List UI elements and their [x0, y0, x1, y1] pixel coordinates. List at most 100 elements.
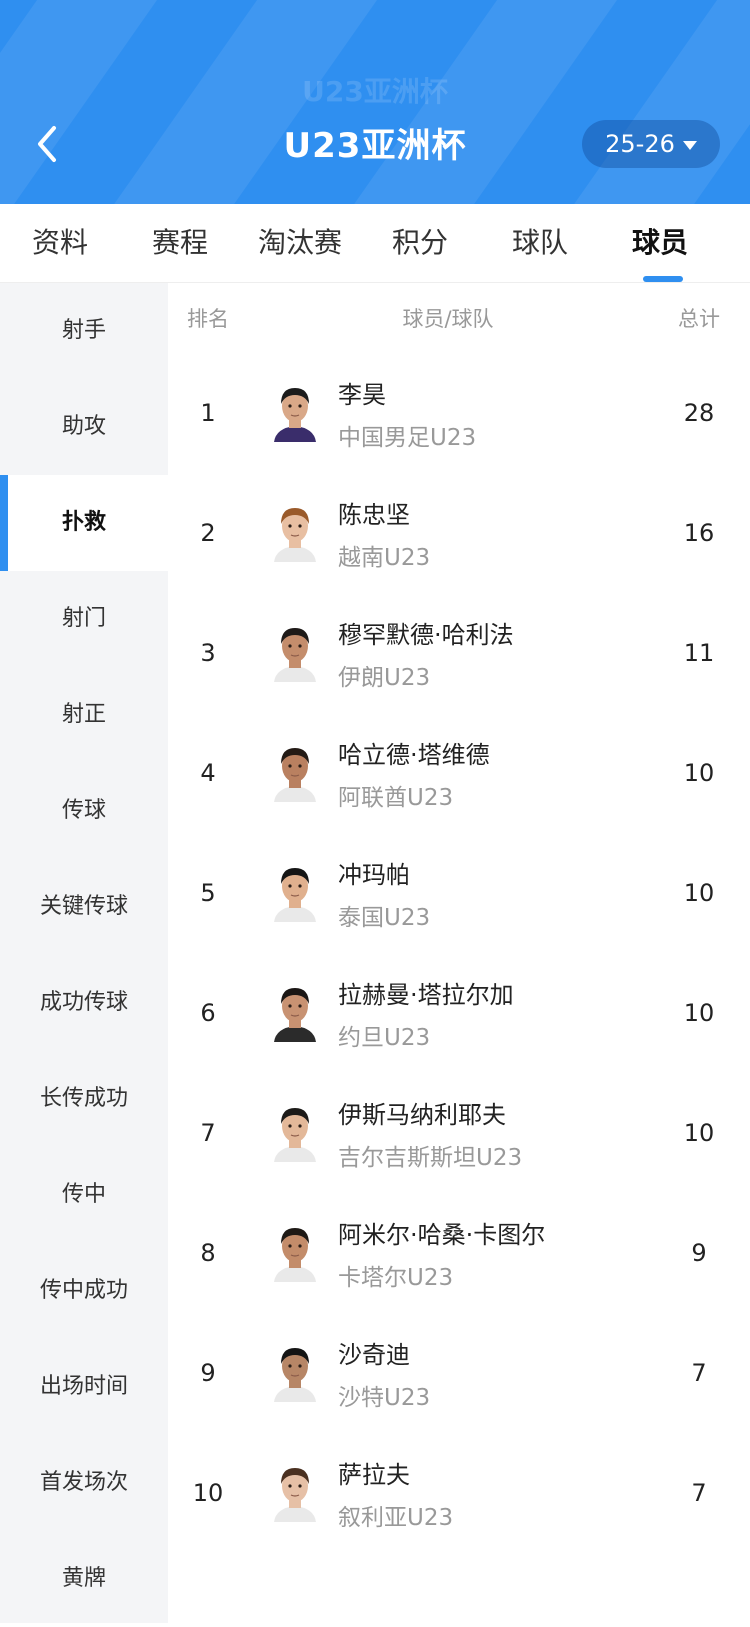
player-avatar: [272, 504, 318, 562]
player-name: 哈立德·塔维德: [338, 740, 490, 769]
header-watermark: U23亚洲杯: [302, 75, 448, 108]
table-row[interactable]: 5 冲玛帕泰国U23 10: [168, 833, 750, 953]
total-cell: 11: [683, 639, 715, 667]
header-bar: U23亚洲杯 U23亚洲杯 25-26: [0, 0, 750, 204]
side-menu-item-1[interactable]: 射手: [0, 283, 168, 379]
table-header: 排名 球员/球队 总计: [168, 283, 750, 353]
total-cell: 7: [691, 1479, 707, 1507]
column-header-rank: 排名: [187, 307, 229, 331]
side-menu-item-13[interactable]: 首发场次: [0, 1435, 168, 1531]
rank-cell: 5: [200, 879, 216, 907]
column-header-total: 总计: [678, 307, 720, 331]
player-team: 中国男足U23: [338, 424, 477, 451]
player-info: 萨拉夫叙利亚U23: [338, 1455, 648, 1532]
tab-bar: 资料 赛程 淘汰赛 积分 球队 球员: [0, 204, 750, 283]
season-label: 25-26: [605, 130, 675, 158]
player-team: 吉尔吉斯斯坦U23: [338, 1144, 523, 1171]
total-cell: 10: [683, 1119, 715, 1147]
column-header-player: 球员/球队: [402, 307, 494, 331]
table-row[interactable]: 6 拉赫曼·塔拉尔加 约旦U23 10: [168, 953, 750, 1073]
side-menu-item-6[interactable]: 传球: [0, 763, 168, 859]
side-menu-item-4[interactable]: 射门: [0, 571, 168, 667]
player-avatar: [272, 1464, 318, 1522]
table-row[interactable]: 10 萨拉夫叙利亚U23 7: [168, 1433, 750, 1553]
player-avatar: [272, 744, 318, 802]
rank-cell: 9: [200, 1359, 216, 1387]
side-menu-item-9[interactable]: 长传成功: [0, 1051, 168, 1147]
player-name: 李昊: [338, 380, 386, 409]
side-menu-item-8[interactable]: 成功传球: [0, 955, 168, 1051]
player-name: 萨拉夫: [338, 1460, 410, 1489]
total-cell: 7: [691, 1359, 707, 1387]
tab-2[interactable]: 赛程: [120, 204, 240, 282]
total-cell: 10: [683, 759, 715, 787]
tab-5[interactable]: 球队: [480, 204, 600, 282]
tab-6[interactable]: 球员: [600, 204, 720, 282]
player-avatar: [272, 864, 318, 922]
table-row[interactable]: 2 陈忠坚越南U23 16: [168, 473, 750, 593]
table-row[interactable]: 9 沙奇迪沙特U23 7: [168, 1313, 750, 1433]
player-team: 阿联酋U23: [338, 784, 454, 811]
total-cell: 9: [691, 1239, 707, 1267]
player-name: 伊斯马纳利耶夫: [338, 1100, 506, 1129]
player-info: 沙奇迪沙特U23: [338, 1335, 648, 1412]
table-row[interactable]: 7 伊斯马纳利耶夫 吉尔吉斯斯坦U23 10: [168, 1073, 750, 1193]
player-team: 卡塔尔U23: [338, 1264, 454, 1291]
caret-down-icon: [682, 140, 697, 150]
rank-cell: 6: [200, 999, 216, 1027]
table-row[interactable]: 4 哈立德·塔维德 阿联酋U23 10: [168, 713, 750, 833]
tab-1[interactable]: 资料: [0, 204, 120, 282]
player-info: 冲玛帕泰国U23: [338, 855, 648, 932]
player-avatar: [272, 984, 318, 1042]
side-menu-item-3[interactable]: 扑救: [0, 475, 168, 571]
side-menu-item-12[interactable]: 出场时间: [0, 1339, 168, 1435]
player-avatar: [272, 1224, 318, 1282]
player-team: 叙利亚U23: [338, 1504, 454, 1531]
rank-cell: 1: [200, 399, 216, 427]
side-menu-item-7[interactable]: 关键传球: [0, 859, 168, 955]
table-body: 1 李昊 中国男足U23 28 2 陈忠坚 越南U23 16 3 穆罕默德·哈利法 伊朗U23 11 4…: [168, 353, 750, 1553]
rank-cell: 7: [200, 1119, 216, 1147]
rank-cell: 2: [200, 519, 216, 547]
total-cell: 28: [683, 399, 715, 427]
table-row[interactable]: 8 阿米尔·哈桑·卡图尔 卡塔尔U23 9: [168, 1193, 750, 1313]
player-name: 沙奇迪: [338, 1340, 410, 1369]
player-avatar: [272, 624, 318, 682]
player-info: 阿米尔·哈桑·卡图尔 卡塔尔U23: [338, 1215, 648, 1292]
total-cell: 10: [683, 879, 715, 907]
player-name: 拉赫曼·塔拉尔加: [338, 980, 514, 1009]
player-info: 穆罕默德·哈利法 伊朗U23: [338, 615, 648, 692]
season-selector[interactable]: 25-26: [582, 120, 720, 168]
stat-category-menu: 射手 助攻 扑救 射门 射正 传球 关键传球 成功传球 长传成功 传中 传中成功 出场时间 首发场次 黄牌: [0, 283, 168, 1623]
player-info: 陈忠坚越南U23: [338, 495, 648, 572]
tab-3[interactable]: 淘汰赛: [240, 204, 360, 282]
side-menu-item-5[interactable]: 射正: [0, 667, 168, 763]
rank-cell: 8: [200, 1239, 216, 1267]
player-info: 拉赫曼·塔拉尔加 约旦U23: [338, 975, 648, 1052]
table-row[interactable]: 3 穆罕默德·哈利法 伊朗U23 11: [168, 593, 750, 713]
player-info: 哈立德·塔维德 阿联酋U23: [338, 735, 648, 812]
player-avatar: [272, 1344, 318, 1402]
player-team: 伊朗U23: [338, 664, 431, 691]
side-menu-item-11[interactable]: 传中成功: [0, 1243, 168, 1339]
player-team: 沙特U23: [338, 1384, 431, 1411]
rank-cell: 4: [200, 759, 216, 787]
player-avatar: [272, 384, 318, 442]
side-menu-item-2[interactable]: 助攻: [0, 379, 168, 475]
rank-cell: 3: [200, 639, 216, 667]
player-team: 越南U23: [338, 544, 431, 571]
player-name: 冲玛帕: [338, 860, 410, 889]
tab-4[interactable]: 积分: [360, 204, 480, 282]
player-team: 泰国U23: [338, 904, 431, 931]
player-info: 李昊中国男足U23: [338, 375, 648, 452]
total-cell: 16: [683, 519, 715, 547]
side-menu-item-10[interactable]: 传中: [0, 1147, 168, 1243]
rank-cell: 10: [192, 1479, 224, 1507]
side-menu-item-14[interactable]: 黄牌: [0, 1531, 168, 1627]
player-name: 陈忠坚: [338, 500, 410, 529]
player-info: 伊斯马纳利耶夫 吉尔吉斯斯坦U23: [338, 1095, 648, 1172]
leaderboard-table: 排名 球员/球队 总计 1 李昊 中国男足U23 28 2 陈忠坚 越南U23 16 3 穆罕默德…: [168, 283, 750, 1553]
player-team: 约旦U23: [338, 1024, 431, 1051]
table-row[interactable]: 1 李昊中国男足U23 28: [168, 353, 750, 473]
player-name: 阿米尔·哈桑·卡图尔: [338, 1220, 546, 1249]
